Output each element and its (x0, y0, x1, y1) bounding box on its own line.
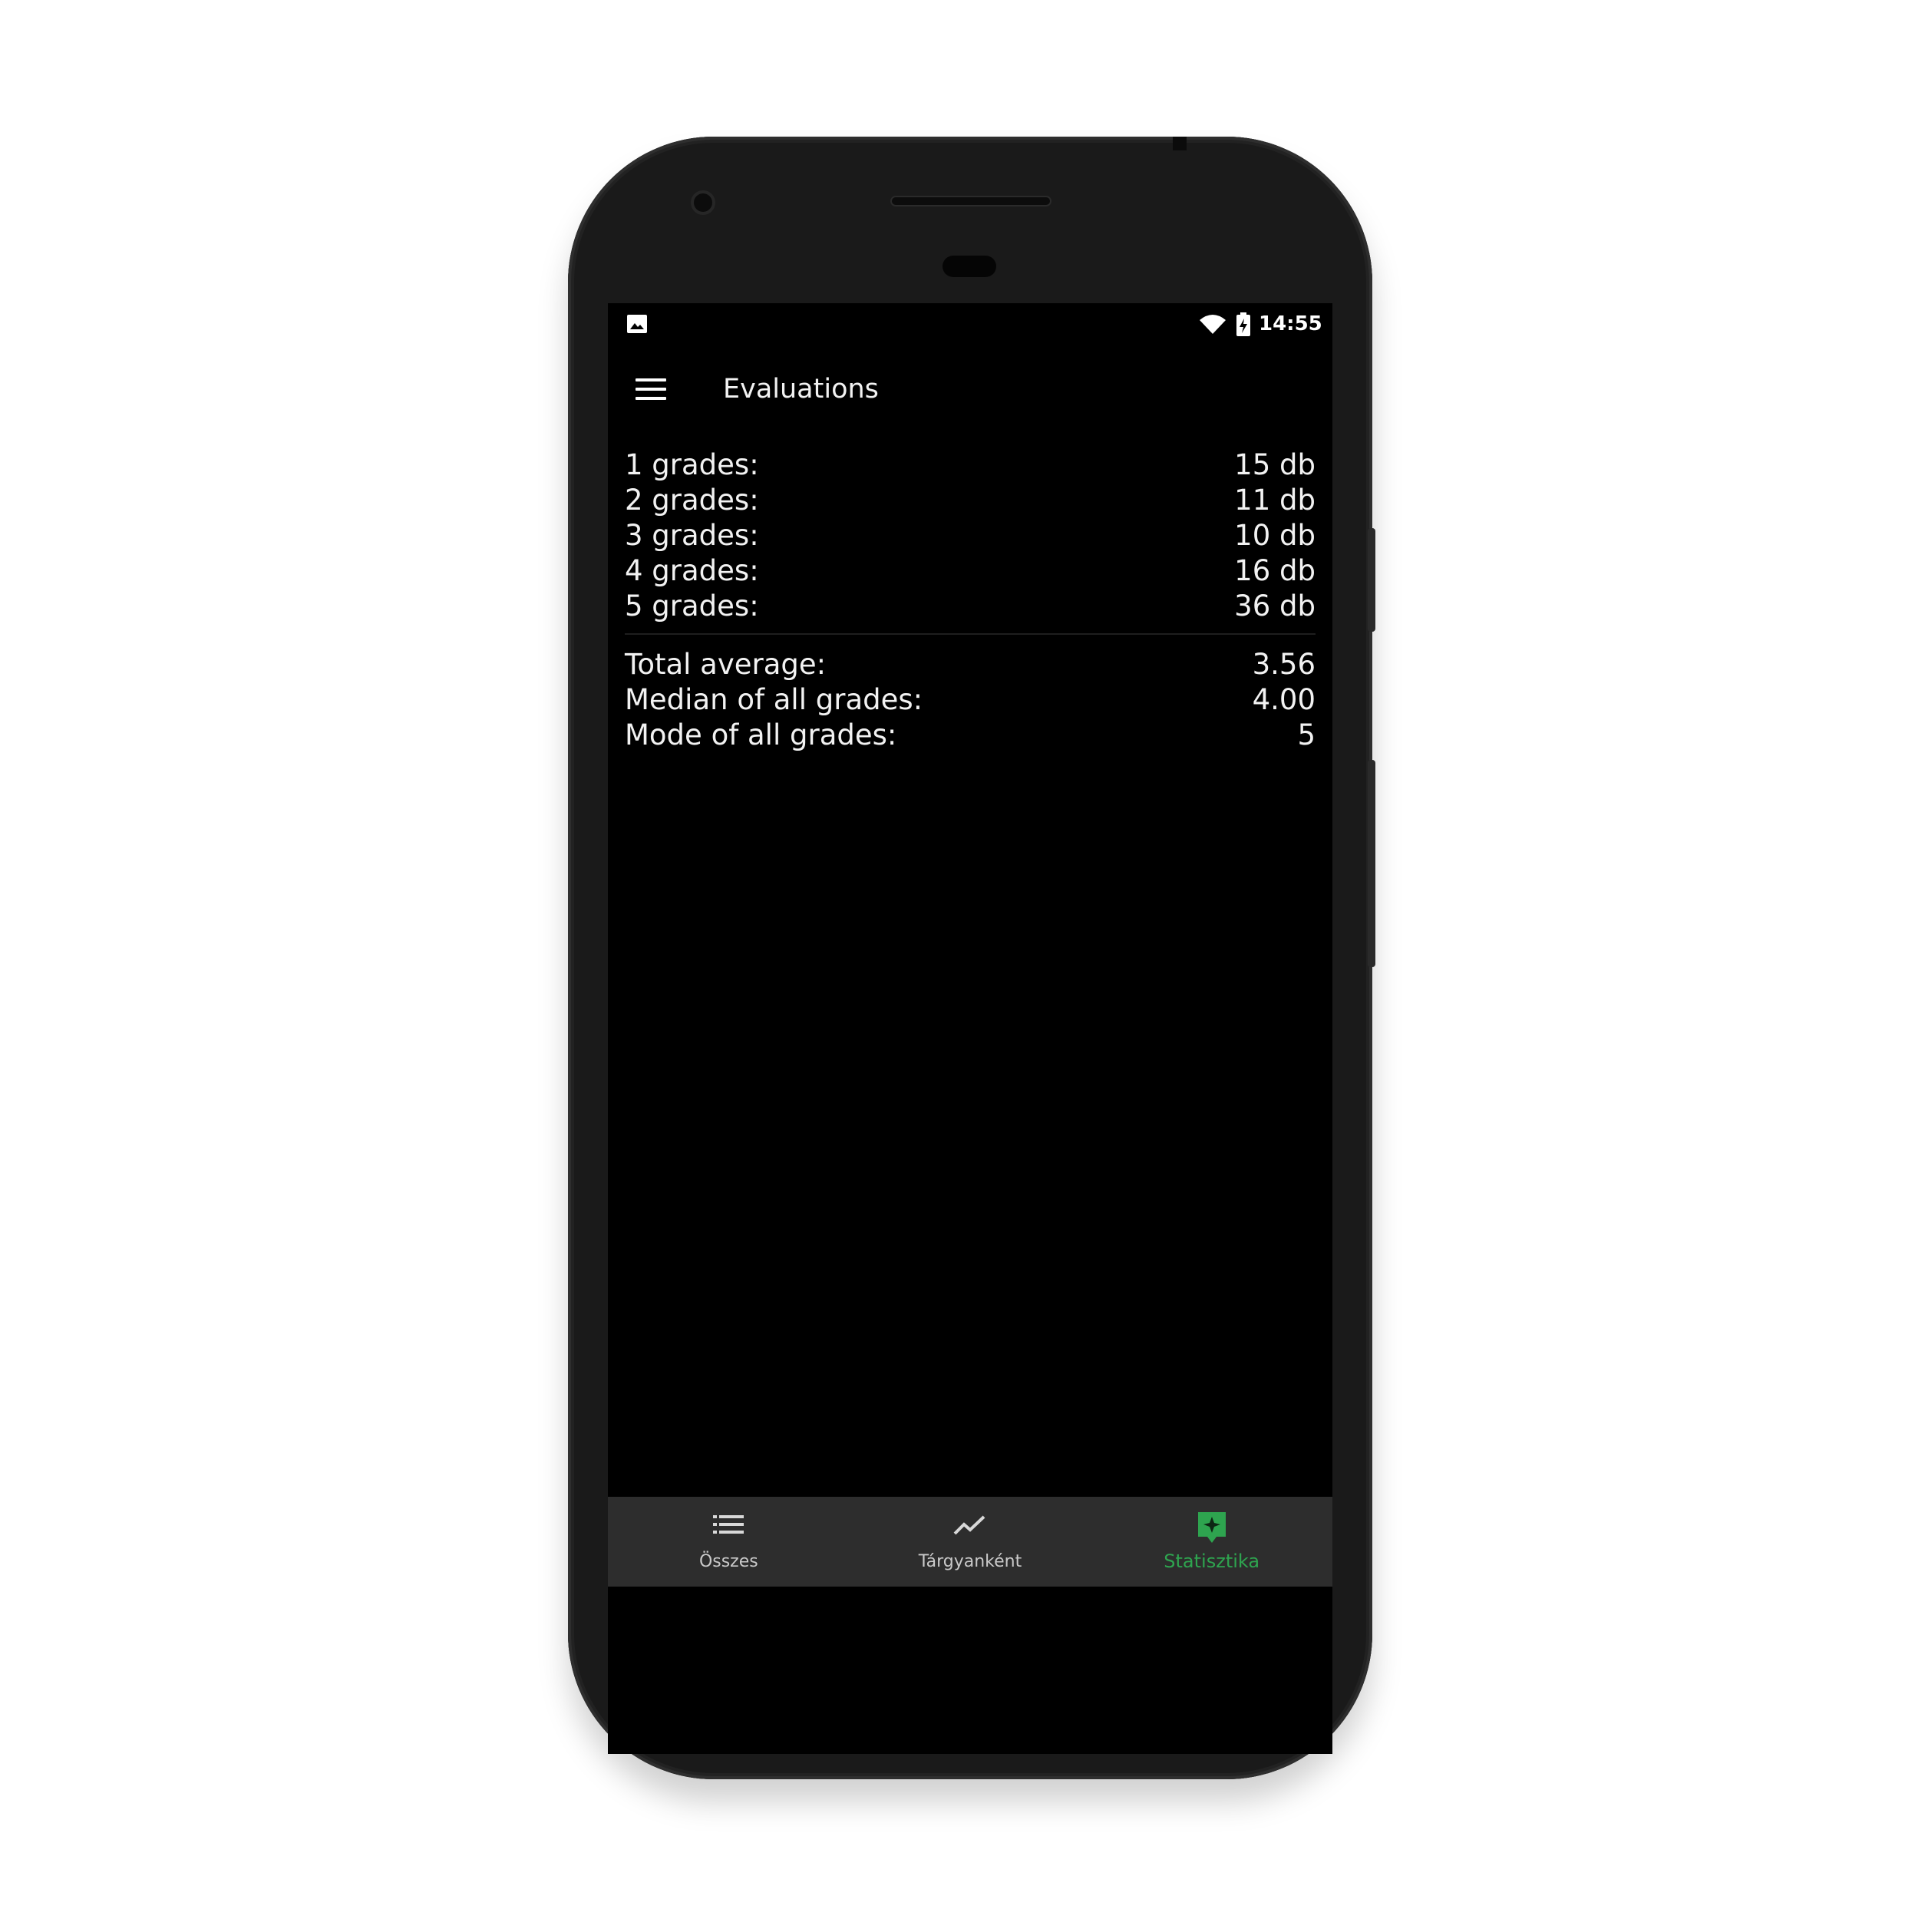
grade-label: 5 grades: (625, 590, 759, 623)
proximity-sensor (943, 256, 996, 277)
nav-item-targyankent[interactable]: Tárgyanként (850, 1497, 1091, 1587)
page-title: Evaluations (723, 374, 879, 405)
grade-count-row: 4 grades: 16 db (625, 553, 1316, 589)
list-icon (713, 1515, 744, 1534)
hamburger-menu-icon[interactable] (636, 378, 666, 400)
summary-row: Median of all grades: 4.00 (625, 682, 1316, 718)
summary-value: 4.00 (1252, 683, 1316, 716)
nav-label: Tárgyanként (918, 1552, 1022, 1571)
nav-label: Összes (698, 1552, 758, 1571)
statistics-panel: 1 grades: 15 db 2 grades: 11 db 3 grades… (625, 447, 1316, 753)
summary-row: Total average: 3.56 (625, 647, 1316, 682)
stats-icon (1197, 1512, 1226, 1543)
power-button (1368, 528, 1375, 632)
summary-value: 5 (1297, 718, 1316, 751)
earpiece-speaker (890, 196, 1051, 206)
summary-label: Median of all grades: (625, 683, 923, 716)
status-bar: 14:55 (608, 303, 1332, 345)
grade-label: 4 grades: (625, 554, 759, 587)
grade-count-row: 5 grades: 36 db (625, 589, 1316, 624)
grade-label: 1 grades: (625, 448, 759, 481)
grade-count-row: 3 grades: 10 db (625, 518, 1316, 553)
status-time: 14:55 (1259, 312, 1322, 335)
battery-charging-icon (1236, 312, 1250, 336)
summary-label: Mode of all grades: (625, 718, 897, 751)
grade-count: 11 db (1234, 484, 1316, 517)
summary-label: Total average: (625, 648, 827, 681)
image-notification-icon (627, 315, 647, 333)
volume-button (1368, 760, 1375, 967)
divider (625, 633, 1316, 635)
screen: 14:55 Evaluations 1 grades: 15 db 2 grad… (608, 303, 1332, 1754)
top-mic (1173, 137, 1187, 150)
grade-count: 36 db (1234, 590, 1316, 623)
summary-row: Mode of all grades: 5 (625, 718, 1316, 753)
bottom-navigation: Összes Tárgyanként Statisztika (608, 1497, 1332, 1587)
nav-item-osszes[interactable]: Összes (608, 1497, 850, 1587)
grade-count-row: 1 grades: 15 db (625, 447, 1316, 483)
nav-label: Statisztika (1164, 1551, 1260, 1572)
summary-value: 3.56 (1252, 648, 1316, 681)
app-bar: Evaluations (608, 345, 1332, 431)
front-camera (691, 190, 715, 215)
grade-count: 15 db (1234, 448, 1316, 481)
grade-count: 16 db (1234, 554, 1316, 587)
grade-label: 3 grades: (625, 519, 759, 552)
grade-label: 2 grades: (625, 484, 759, 517)
nav-item-statisztika[interactable]: Statisztika (1091, 1497, 1332, 1587)
grade-count-row: 2 grades: 11 db (625, 483, 1316, 518)
trending-icon (953, 1515, 985, 1535)
wifi-icon (1200, 315, 1226, 334)
grade-count: 10 db (1234, 519, 1316, 552)
